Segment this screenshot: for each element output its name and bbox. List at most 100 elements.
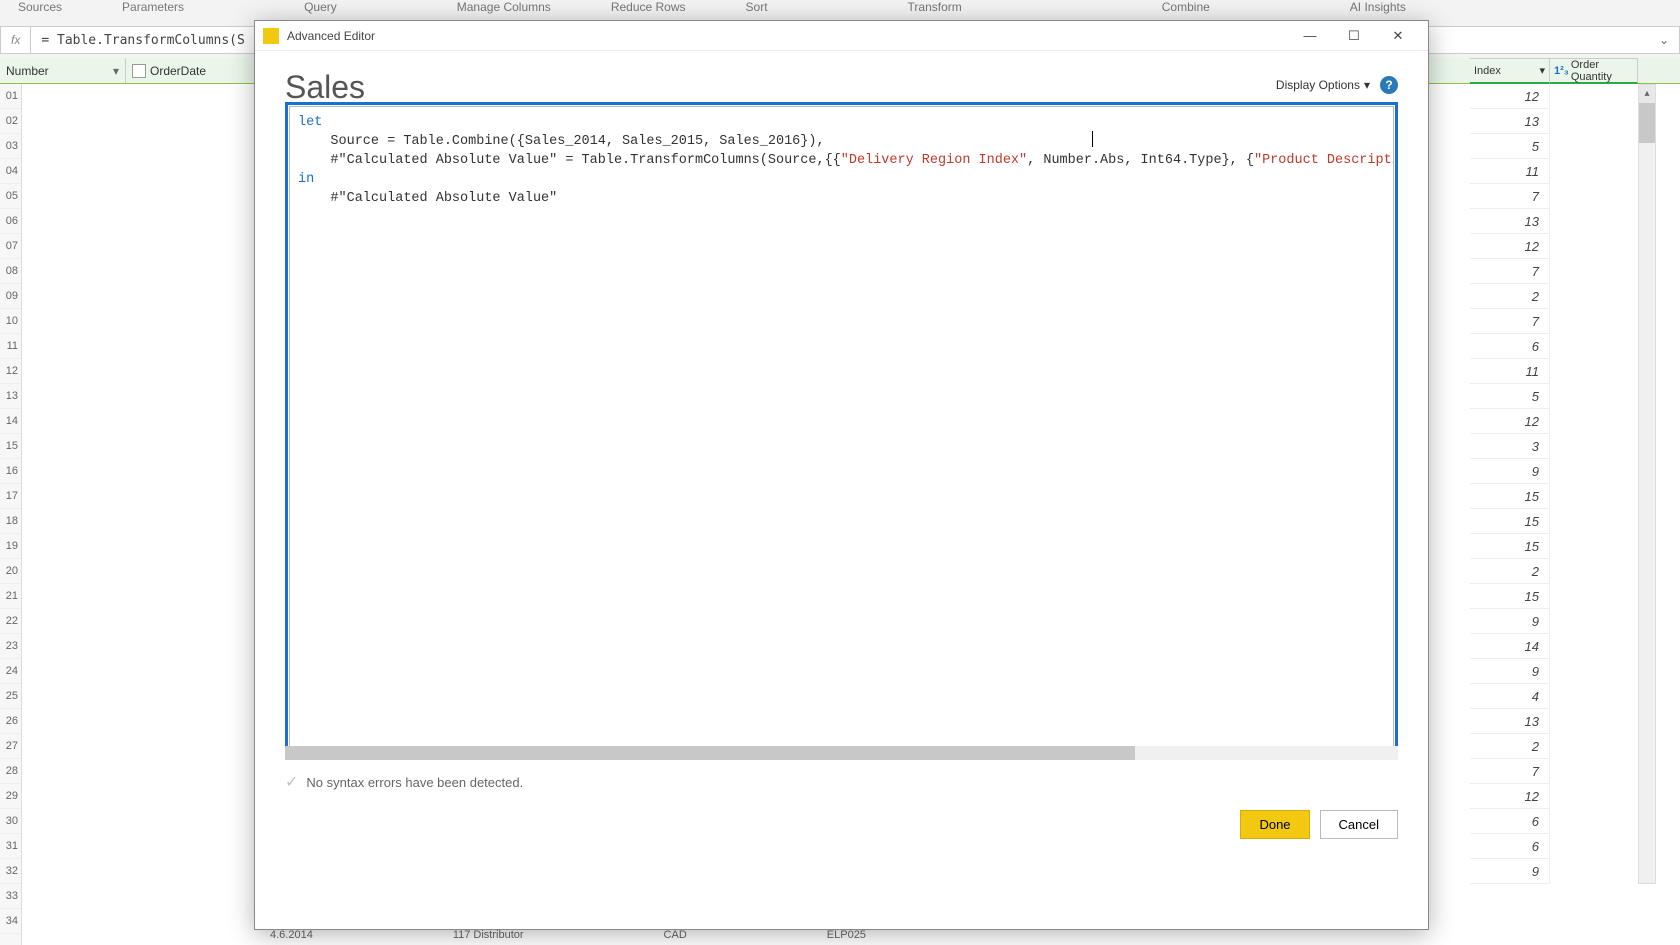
cell[interactable]: 6 [1470, 834, 1550, 859]
cell[interactable]: 12 [1470, 84, 1550, 109]
cell[interactable]: 13 [1470, 209, 1550, 234]
row-number: 23 [0, 634, 21, 659]
column-header-orderdate[interactable]: OrderDate [126, 58, 256, 83]
row-number: 20 [0, 559, 21, 584]
dialog-title: Advanced Editor [287, 29, 1288, 43]
column-header-index[interactable]: Index ▾ [1470, 58, 1550, 84]
close-button[interactable]: ✕ [1376, 22, 1420, 50]
cell[interactable]: 7 [1470, 309, 1550, 334]
scroll-up-arrow-icon[interactable]: ▴ [1639, 85, 1655, 103]
row-number: 29 [0, 784, 21, 809]
column-header-number[interactable]: Number ▾ [0, 58, 126, 83]
row-number: 04 [0, 159, 21, 184]
row-number: 34 [0, 909, 21, 934]
check-icon: ✓ [285, 772, 298, 792]
cell[interactable]: 12 [1470, 409, 1550, 434]
row-number: 01 [0, 84, 21, 109]
cancel-button[interactable]: Cancel [1320, 810, 1398, 839]
row-number: 24 [0, 659, 21, 684]
chevron-down-icon[interactable]: ▾ [1539, 64, 1545, 77]
cell[interactable]: 13 [1470, 709, 1550, 734]
formula-expand-icon[interactable]: ⌄ [1649, 33, 1679, 47]
display-options-dropdown[interactable]: Display Options ▾ [1276, 78, 1370, 92]
cell[interactable]: 15 [1470, 509, 1550, 534]
minimize-button[interactable]: — [1288, 22, 1332, 50]
cell[interactable]: 2 [1470, 559, 1550, 584]
chevron-down-icon[interactable]: ▾ [113, 64, 119, 78]
cell[interactable]: 2 [1470, 284, 1550, 309]
scroll-thumb[interactable] [285, 746, 1135, 760]
row-number: 22 [0, 609, 21, 634]
column-order-quantity: 1²₃ Order Quantity [1550, 58, 1638, 84]
cell[interactable]: 9 [1470, 609, 1550, 634]
ribbon-group[interactable]: Manage Columns [457, 0, 551, 14]
ribbon-group[interactable]: Transform [908, 0, 962, 14]
cell[interactable]: 12 [1470, 784, 1550, 809]
row-number: 30 [0, 809, 21, 834]
row-number: 27 [0, 734, 21, 759]
cell[interactable]: 12 [1470, 234, 1550, 259]
row-number: 15 [0, 434, 21, 459]
column-header-order-quantity[interactable]: 1²₃ Order Quantity [1550, 58, 1638, 84]
cell[interactable]: 5 [1470, 134, 1550, 159]
ribbon-group[interactable]: Query [304, 0, 337, 14]
cell[interactable]: 13 [1470, 109, 1550, 134]
row-number: 32 [0, 859, 21, 884]
cell[interactable]: 6 [1470, 334, 1550, 359]
ribbon-group[interactable]: Parameters [122, 0, 184, 14]
maximize-button[interactable]: ☐ [1332, 22, 1376, 50]
vertical-scrollbar[interactable]: ▴ [1638, 84, 1656, 884]
row-number: 26 [0, 709, 21, 734]
bottom-data-row: 4.6.2014 117 Distributor CAD ELP025 [250, 929, 1680, 945]
row-number: 09 [0, 284, 21, 309]
row-number: 07 [0, 234, 21, 259]
row-number: 19 [0, 534, 21, 559]
row-number: 28 [0, 759, 21, 784]
row-number: 12 [0, 359, 21, 384]
row-number: 18 [0, 509, 21, 534]
ribbon-group[interactable]: Reduce Rows [611, 0, 686, 14]
cell[interactable]: 3 [1470, 434, 1550, 459]
cell[interactable]: 5 [1470, 384, 1550, 409]
ribbon-group[interactable]: Sort [746, 0, 768, 14]
row-number: 25 [0, 684, 21, 709]
ribbon-group[interactable]: Sources [18, 0, 62, 14]
cell[interactable]: 11 [1470, 359, 1550, 384]
row-number: 06 [0, 209, 21, 234]
cell[interactable]: 4 [1470, 684, 1550, 709]
help-icon[interactable]: ? [1380, 76, 1398, 94]
app-icon [263, 28, 279, 44]
cell[interactable]: 15 [1470, 534, 1550, 559]
row-number: 03 [0, 134, 21, 159]
cell[interactable]: 7 [1470, 184, 1550, 209]
cell[interactable]: 9 [1470, 459, 1550, 484]
cell[interactable]: 9 [1470, 659, 1550, 684]
row-number: 17 [0, 484, 21, 509]
horizontal-scrollbar[interactable] [285, 746, 1398, 760]
scroll-thumb[interactable] [1639, 103, 1655, 143]
cell[interactable]: 11 [1470, 159, 1550, 184]
cell[interactable]: 14 [1470, 634, 1550, 659]
ribbon-group[interactable]: Combine [1162, 0, 1210, 14]
index-cells: 1213511713127276115123915151521591494132… [1470, 84, 1550, 884]
ribbon-groups: Sources Parameters Query Manage Columns … [0, 0, 1680, 10]
row-number: 11 [0, 334, 21, 359]
calendar-icon [132, 64, 146, 78]
row-number: 02 [0, 109, 21, 134]
cell[interactable]: 7 [1470, 759, 1550, 784]
cell[interactable]: 15 [1470, 584, 1550, 609]
cell[interactable]: 7 [1470, 259, 1550, 284]
done-button[interactable]: Done [1240, 810, 1309, 839]
cell[interactable]: 6 [1470, 809, 1550, 834]
row-number: 33 [0, 884, 21, 909]
cell[interactable]: 9 [1470, 859, 1550, 884]
text-caret [1092, 131, 1093, 147]
column-index: Index ▾ 12135117131272761151239151515215… [1470, 58, 1550, 884]
dialog-titlebar: Advanced Editor — ☐ ✕ [255, 21, 1428, 51]
cell[interactable]: 15 [1470, 484, 1550, 509]
cell[interactable]: 2 [1470, 734, 1550, 759]
ribbon-group[interactable]: AI Insights [1350, 0, 1406, 14]
row-number: 10 [0, 309, 21, 334]
code-editor[interactable]: let Source = Table.Combine({Sales_2014, … [289, 106, 1394, 756]
row-number: 05 [0, 184, 21, 209]
